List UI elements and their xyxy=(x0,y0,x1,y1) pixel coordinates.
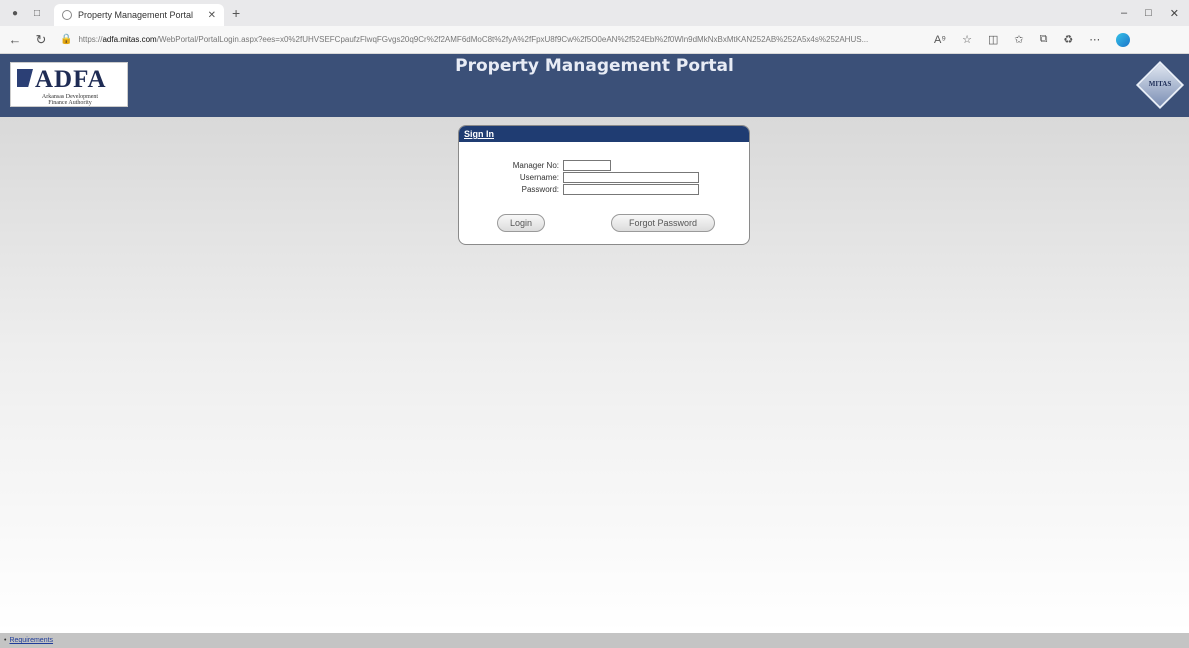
back-icon[interactable]: ← xyxy=(4,32,26,47)
password-row: Password: xyxy=(459,184,699,195)
browser-address-bar: ← ↻ 🔒 https://adfa.mitas.com/WebPortal/P… xyxy=(0,26,1189,54)
bullet-icon: • xyxy=(4,637,7,644)
password-label: Password: xyxy=(521,185,559,194)
minimize-icon[interactable]: – xyxy=(1121,7,1127,20)
logo-subtitle-line2: Finance Authority xyxy=(48,100,92,106)
tab-close-icon[interactable]: ✕ xyxy=(208,10,216,21)
forgot-password-button[interactable]: Forgot Password xyxy=(611,214,715,232)
url-prefix: https:// xyxy=(78,35,103,44)
edge-icon[interactable] xyxy=(1116,32,1131,47)
favorites-bar-icon[interactable]: ✩ xyxy=(1014,33,1023,46)
tab-actions-icon[interactable]: □ xyxy=(30,6,44,20)
browser-tab-bar: ● □ Property Management Portal ✕ + – □ ✕ xyxy=(0,0,1189,26)
collections-icon[interactable]: ⧉ xyxy=(1040,33,1048,46)
new-tab-icon[interactable]: + xyxy=(232,5,240,21)
read-aloud-icon[interactable]: A⁹ xyxy=(934,34,946,46)
lock-icon[interactable]: 🔒 xyxy=(60,34,72,45)
footer-bar: • Requirements xyxy=(0,633,1189,648)
sign-in-heading-link[interactable]: Sign In xyxy=(464,129,494,139)
more-icon[interactable]: ⋯ xyxy=(1089,33,1100,46)
extensions-icon[interactable]: ♻ xyxy=(1063,33,1073,46)
refresh-icon[interactable]: ↻ xyxy=(30,32,52,48)
manager-row: Manager No: xyxy=(459,160,611,171)
split-screen-icon[interactable]: ◫ xyxy=(988,33,998,46)
password-input[interactable] xyxy=(563,184,699,195)
username-input[interactable] xyxy=(563,172,699,183)
username-label: Username: xyxy=(519,173,559,182)
mitas-logo-text: MITAS xyxy=(1148,80,1172,88)
close-window-icon[interactable]: ✕ xyxy=(1170,7,1179,20)
browser-tab[interactable]: Property Management Portal ✕ xyxy=(54,4,224,26)
sign-in-panel: Sign In Manager No: Username: Password: … xyxy=(458,125,750,245)
sign-in-header: Sign In xyxy=(459,126,749,142)
page-title: Property Management Portal xyxy=(455,56,734,76)
profile-icon[interactable]: ● xyxy=(8,6,22,20)
url-domain: adfa.mitas.com xyxy=(102,35,157,44)
username-row: Username: xyxy=(459,172,699,183)
tab-favicon-icon xyxy=(62,10,72,20)
requirements-link[interactable]: Requirements xyxy=(9,637,53,644)
tab-title: Property Management Portal xyxy=(78,10,194,20)
main-content: Sign In Manager No: Username: Password: … xyxy=(0,117,1189,633)
manager-label: Manager No: xyxy=(512,161,559,170)
login-button[interactable]: Login xyxy=(497,214,545,232)
manager-no-input[interactable] xyxy=(563,160,611,171)
site-header: ADFA Arkansas Development Finance Author… xyxy=(0,54,1189,117)
url-path: /WebPortal/PortalLogin.aspx?ees=x0%2fUHV… xyxy=(156,35,869,44)
maximize-icon[interactable]: □ xyxy=(1145,7,1152,20)
url-field[interactable]: 🔒 https://adfa.mitas.com/WebPortal/Porta… xyxy=(60,30,920,50)
favorite-icon[interactable]: ☆ xyxy=(962,33,972,46)
